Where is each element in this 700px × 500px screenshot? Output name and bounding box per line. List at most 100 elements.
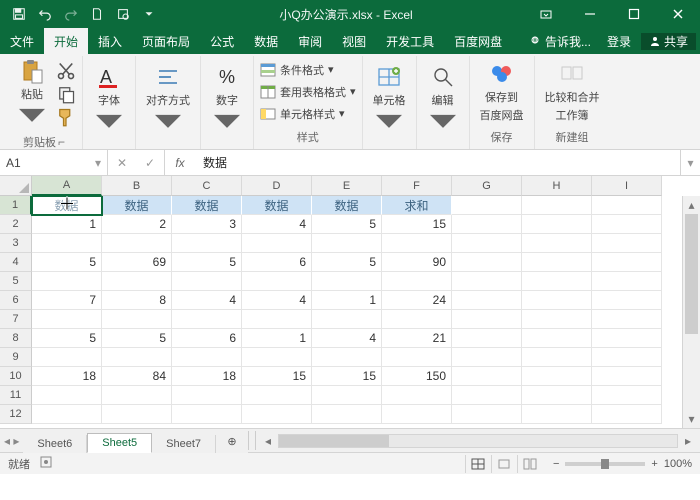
- tab-开始[interactable]: 开始: [44, 28, 88, 54]
- cell[interactable]: 5: [312, 215, 382, 234]
- cell[interactable]: [32, 405, 102, 424]
- row-header[interactable]: 4: [0, 253, 32, 272]
- tab-插入[interactable]: 插入: [88, 28, 132, 54]
- col-header[interactable]: C: [172, 176, 242, 196]
- cell[interactable]: [452, 215, 522, 234]
- cell[interactable]: [522, 348, 592, 367]
- cell[interactable]: 4: [242, 291, 312, 310]
- cell[interactable]: 1: [32, 215, 102, 234]
- row-header[interactable]: 6: [0, 291, 32, 310]
- cell[interactable]: 1: [312, 291, 382, 310]
- zoom-slider[interactable]: [565, 462, 645, 466]
- cell[interactable]: 1: [242, 329, 312, 348]
- cell[interactable]: [522, 272, 592, 291]
- cell[interactable]: 3: [172, 215, 242, 234]
- cell[interactable]: 150: [382, 367, 452, 386]
- print-preview-icon[interactable]: [110, 0, 136, 28]
- cell[interactable]: 5: [312, 253, 382, 272]
- cell[interactable]: [102, 386, 172, 405]
- tab-nav[interactable]: ◂ ▸: [0, 429, 23, 452]
- cell[interactable]: [592, 272, 662, 291]
- macro-record-icon[interactable]: [40, 456, 52, 471]
- cell[interactable]: 69: [102, 253, 172, 272]
- redo-icon[interactable]: [58, 0, 84, 28]
- cut-icon[interactable]: [56, 61, 76, 81]
- cell[interactable]: [592, 291, 662, 310]
- cell[interactable]: [312, 386, 382, 405]
- cell[interactable]: [242, 272, 312, 291]
- cell[interactable]: 4: [312, 329, 382, 348]
- cell[interactable]: [522, 367, 592, 386]
- col-header[interactable]: I: [592, 176, 662, 196]
- cell[interactable]: [312, 234, 382, 253]
- row-header[interactable]: 2: [0, 215, 32, 234]
- cell[interactable]: [592, 386, 662, 405]
- cell[interactable]: [592, 367, 662, 386]
- add-sheet-button[interactable]: ⊕: [216, 430, 248, 453]
- cell[interactable]: [522, 310, 592, 329]
- cell[interactable]: [452, 253, 522, 272]
- sheet-tab[interactable]: Sheet7: [152, 435, 216, 453]
- cell[interactable]: [522, 405, 592, 424]
- paste-button[interactable]: 粘贴: [12, 56, 52, 132]
- cell[interactable]: [452, 196, 522, 215]
- tab-公式[interactable]: 公式: [200, 28, 244, 54]
- cell[interactable]: [592, 405, 662, 424]
- maximize-icon[interactable]: [612, 0, 656, 28]
- cell[interactable]: 8: [102, 291, 172, 310]
- cell[interactable]: 15: [312, 367, 382, 386]
- cell[interactable]: [172, 272, 242, 291]
- col-header[interactable]: H: [522, 176, 592, 196]
- login-link[interactable]: 登录: [601, 33, 637, 50]
- cell[interactable]: [522, 196, 592, 215]
- cell[interactable]: 5: [172, 253, 242, 272]
- minimize-icon[interactable]: [568, 0, 612, 28]
- cell[interactable]: 84: [102, 367, 172, 386]
- conditional-format-button[interactable]: 条件格式▾: [260, 62, 356, 78]
- zoom-level[interactable]: 100%: [664, 458, 692, 470]
- name-box[interactable]: A1▾: [0, 150, 108, 175]
- tab-splitter[interactable]: [248, 431, 256, 450]
- number-button[interactable]: %数字: [207, 62, 247, 138]
- vertical-scrollbar[interactable]: ▴ ▾: [682, 196, 700, 428]
- cell[interactable]: 24: [382, 291, 452, 310]
- cell[interactable]: 15: [242, 367, 312, 386]
- cell[interactable]: [452, 329, 522, 348]
- col-header[interactable]: A: [32, 176, 102, 196]
- cell[interactable]: [592, 234, 662, 253]
- select-all-button[interactable]: [0, 176, 32, 196]
- cell[interactable]: [312, 405, 382, 424]
- cell[interactable]: [242, 405, 312, 424]
- view-pagebreak-icon[interactable]: [517, 455, 543, 473]
- alignment-button[interactable]: 对齐方式: [142, 62, 194, 138]
- tab-百度网盘[interactable]: 百度网盘: [444, 28, 512, 54]
- cell[interactable]: 数据: [32, 196, 102, 215]
- cell[interactable]: [522, 291, 592, 310]
- undo-icon[interactable]: [32, 0, 58, 28]
- cell[interactable]: [242, 310, 312, 329]
- cell[interactable]: 7: [32, 291, 102, 310]
- horizontal-scrollbar[interactable]: ◂ ▸: [256, 429, 700, 452]
- cells-button[interactable]: 单元格: [369, 62, 410, 138]
- fx-icon[interactable]: fx: [165, 150, 195, 175]
- cell[interactable]: [592, 329, 662, 348]
- col-header[interactable]: F: [382, 176, 452, 196]
- scroll-thumb[interactable]: [685, 214, 698, 334]
- cell[interactable]: 求和: [382, 196, 452, 215]
- tell-me[interactable]: 告诉我...: [524, 33, 597, 50]
- row-header[interactable]: 9: [0, 348, 32, 367]
- cell[interactable]: 数据: [312, 196, 382, 215]
- sheet-tab[interactable]: Sheet6: [23, 435, 87, 453]
- row-header[interactable]: 1: [0, 196, 32, 215]
- cell[interactable]: 18: [172, 367, 242, 386]
- cell[interactable]: [172, 310, 242, 329]
- cell[interactable]: 4: [242, 215, 312, 234]
- cell[interactable]: 数据: [242, 196, 312, 215]
- row-header[interactable]: 3: [0, 234, 32, 253]
- cell-style-button[interactable]: 单元格样式▾: [260, 106, 356, 122]
- view-normal-icon[interactable]: [465, 455, 491, 473]
- scroll-left-icon[interactable]: ◂: [260, 433, 276, 449]
- cell[interactable]: [522, 215, 592, 234]
- cell[interactable]: [522, 329, 592, 348]
- view-layout-icon[interactable]: [491, 455, 517, 473]
